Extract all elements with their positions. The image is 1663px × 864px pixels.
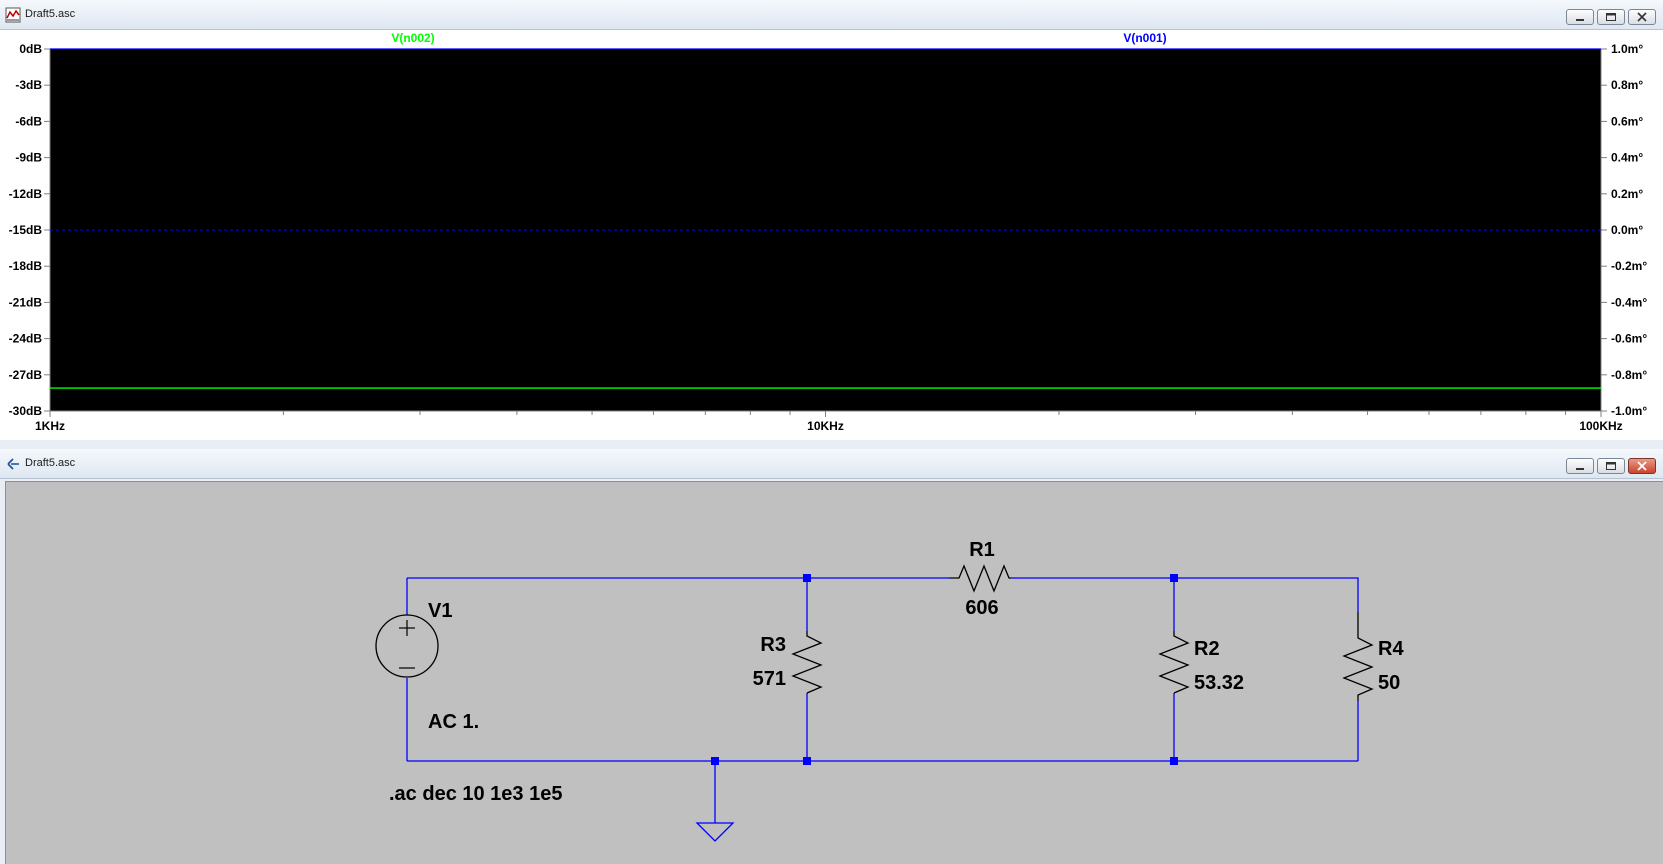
x-tick-label[interactable]: 10KHz — [807, 419, 844, 433]
r2-resistor-icon[interactable] — [1158, 631, 1190, 694]
junction-dot[interactable] — [711, 757, 719, 765]
close-icon — [1637, 12, 1647, 22]
spice-directive[interactable]: .ac dec 10 1e3 1e5 — [389, 783, 562, 805]
r2-value-label[interactable]: 53.32 — [1194, 672, 1244, 694]
trace-label[interactable]: V(n001) — [1123, 31, 1166, 45]
y-tick-label-left[interactable]: -6dB — [15, 114, 42, 128]
y-tick-label-right[interactable]: -1.0m° — [1611, 404, 1647, 418]
waveform-window: Draft5.asc 0dB 1.0m° -3dB 0.8m° -6dB 0.6m° -9d… — [0, 0, 1663, 440]
junction-dot[interactable] — [1170, 574, 1178, 582]
y-tick-label-left[interactable]: -27dB — [9, 368, 43, 382]
ground-icon[interactable] — [695, 822, 735, 842]
y-tick-label-left[interactable]: -9dB — [15, 151, 42, 165]
schematic-titlebar[interactable]: Draft5.asc — [0, 449, 1663, 479]
v1-value-label[interactable]: AC 1. — [428, 711, 479, 733]
schematic-icon — [7, 458, 19, 470]
r4-value-label[interactable]: 50 — [1378, 672, 1400, 694]
y-tick-label-left[interactable]: -18dB — [9, 259, 43, 273]
close-button[interactable] — [1628, 458, 1656, 474]
y-tick-label-right[interactable]: -0.2m° — [1611, 259, 1647, 273]
minimize-button[interactable] — [1566, 458, 1594, 474]
y-tick-label-right[interactable]: 0.2m° — [1611, 187, 1643, 201]
junction-dot[interactable] — [1170, 757, 1178, 765]
r3-value-label[interactable]: 571 — [753, 668, 786, 690]
y-tick-label-right[interactable]: 0.4m° — [1611, 151, 1643, 165]
y-tick-label-right[interactable]: -0.4m° — [1611, 295, 1647, 309]
minimize-button[interactable] — [1566, 9, 1594, 25]
minimize-icon — [1576, 19, 1584, 21]
y-tick-label-right[interactable]: 0.6m° — [1611, 114, 1643, 128]
waveform-plot[interactable]: 0dB 1.0m° -3dB 0.8m° -6dB 0.6m° -9dB 0.4m° -12dB… — [0, 30, 1663, 440]
schematic-canvas[interactable]: V1 AC 1. R1 606 R3 571 R2 53.32 R4 50 .a… — [5, 481, 1663, 864]
y-tick-label-left[interactable]: -15dB — [9, 223, 43, 237]
junction-dot[interactable] — [803, 757, 811, 765]
restore-icon — [1606, 13, 1616, 21]
r4-resistor-icon[interactable] — [1342, 612, 1374, 701]
r1-value-label[interactable]: 606 — [965, 597, 998, 619]
close-button[interactable] — [1628, 9, 1656, 25]
y-tick-label-left[interactable]: -24dB — [9, 332, 43, 346]
y-tick-label-right[interactable]: 0.0m° — [1611, 223, 1643, 237]
y-tick-label-right[interactable]: -0.6m° — [1611, 332, 1647, 346]
waveform-titlebar[interactable]: Draft5.asc — [0, 0, 1663, 30]
v1-voltage-source-icon[interactable] — [375, 614, 439, 678]
y-tick-label-left[interactable]: 0dB — [19, 42, 42, 56]
r1-name-label[interactable]: R1 — [969, 539, 995, 561]
trace-label[interactable]: V(n002) — [391, 31, 434, 45]
r3-name-label[interactable]: R3 — [760, 634, 786, 656]
v1-name-label[interactable]: V1 — [428, 600, 452, 622]
r1-resistor-icon[interactable] — [949, 564, 1011, 593]
r3-resistor-icon[interactable] — [791, 631, 823, 694]
restore-button[interactable] — [1597, 458, 1625, 474]
junction-dot[interactable] — [803, 574, 811, 582]
waveform-window-title: Draft5.asc — [25, 8, 76, 20]
restore-icon — [1606, 462, 1616, 470]
y-tick-label-right[interactable]: 0.8m° — [1611, 78, 1643, 92]
restore-button[interactable] — [1597, 9, 1625, 25]
x-tick-label[interactable]: 100KHz — [1579, 419, 1622, 433]
y-tick-label-right[interactable]: 1.0m° — [1611, 42, 1643, 56]
y-tick-label-left[interactable]: -12dB — [9, 187, 43, 201]
schematic-window-title: Draft5.asc — [25, 457, 76, 469]
y-tick-label-right[interactable]: -0.8m° — [1611, 368, 1647, 382]
minimize-icon — [1576, 468, 1584, 470]
close-icon — [1637, 461, 1647, 471]
x-tick-label[interactable]: 1KHz — [35, 419, 65, 433]
r2-name-label[interactable]: R2 — [1194, 638, 1220, 660]
y-tick-label-left[interactable]: -21dB — [9, 295, 43, 309]
schematic-window: Draft5.asc V1 AC 1. R1 606 R3 571 R2 53.… — [0, 449, 1663, 864]
waveform-icon — [5, 7, 21, 23]
y-tick-label-left[interactable]: -3dB — [15, 78, 42, 92]
y-tick-label-left[interactable]: -30dB — [9, 404, 43, 418]
r4-name-label[interactable]: R4 — [1378, 638, 1404, 660]
wire-top-right[interactable] — [1011, 577, 1359, 612]
